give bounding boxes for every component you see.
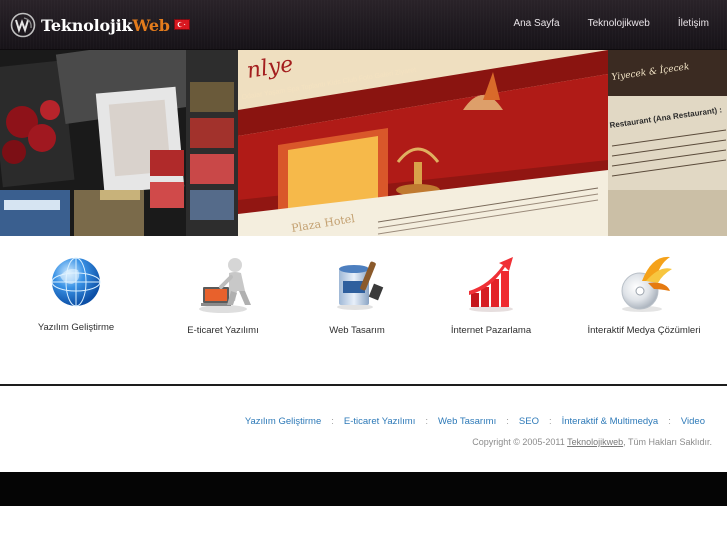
copyright-link[interactable]: Teknolojikweb (567, 437, 623, 447)
footer-links: Yazılım Geliştirme : E-ticaret Yazılımı … (245, 416, 705, 427)
logo-text: TeknolojikWeb (41, 16, 170, 35)
service-interactive-media[interactable]: İnteraktif Medya Çözümleri (574, 251, 714, 336)
service-software[interactable]: Yazılım Geliştirme (6, 248, 146, 333)
media-disc-icon (621, 256, 672, 312)
globe-icon (51, 257, 101, 307)
service-internet-marketing[interactable]: İnternet Pazarlama (421, 251, 561, 336)
services-row: Yazılım Geliştirme E-ticaret Yazılımı We… (0, 248, 727, 338)
growth-chart-icon (469, 257, 513, 312)
footer-separator: : (331, 416, 334, 427)
site-logo[interactable]: TeknolojikWeb (10, 12, 170, 38)
copyright-suffix: , Tüm Hakları Saklıdır. (623, 437, 712, 447)
nav-home[interactable]: Ana Sayfa (513, 18, 559, 29)
footer-separator: : (668, 416, 671, 427)
service-label: E-ticaret Yazılımı (187, 325, 259, 336)
banner-collage-left (0, 50, 238, 236)
paint-bucket-icon (337, 261, 384, 310)
ecommerce-figure-icon (199, 258, 251, 313)
logo-mark-icon (10, 12, 36, 38)
service-label: İnteraktif Medya Çözümleri (587, 325, 701, 336)
copyright: Copyright © 2005-2011 Teknolojikweb, Tüm… (472, 437, 712, 447)
service-label: İnternet Pazarlama (450, 325, 532, 336)
footer-link-multimedia[interactable]: İnteraktif & Multimedya (562, 416, 659, 427)
footer-link-software[interactable]: Yazılım Geliştirme (245, 416, 321, 427)
service-ecommerce[interactable]: E-ticaret Yazılımı (153, 251, 293, 336)
nav-contact[interactable]: İletişim (678, 18, 709, 29)
main-nav: Ana Sayfa Teknolojikweb İletişim (513, 18, 709, 29)
footer-separator: : (425, 416, 428, 427)
footer-link-seo[interactable]: SEO (519, 416, 539, 427)
footer-link-video[interactable]: Video (681, 416, 705, 427)
banner-hotel-preview: Odalar Yaşam Spa Toplantı Kids Club Foto… (238, 50, 608, 236)
footer-link-ecommerce[interactable]: E-ticaret Yazılımı (344, 416, 415, 427)
copyright-prefix: Copyright © 2005-2011 (472, 437, 565, 447)
footer-separator: : (548, 416, 552, 427)
site-header: TeknolojikWeb Ana Sayfa Teknolojikweb İl… (0, 0, 727, 50)
service-web-design[interactable]: Web Tasarım (287, 251, 427, 336)
service-label: Web Tasarım (329, 325, 385, 336)
nav-teknolojikweb[interactable]: Teknolojikweb (588, 18, 650, 29)
footer-link-web-design[interactable]: Web Tasarımı (438, 416, 496, 427)
logo-text-part1: Teknolojik (41, 15, 133, 35)
banner-restaurant-preview: Yiyecek & İçecek Restaurant (Ana Restaur… (608, 50, 727, 236)
footer-divider (0, 384, 727, 386)
bottom-bar (0, 472, 727, 506)
logo-text-part2: Web (132, 15, 170, 35)
hero-banner: Odalar Yaşam Spa Toplantı Kids Club Foto… (0, 50, 727, 236)
turkey-flag-icon[interactable] (174, 19, 190, 30)
footer-separator: : (506, 416, 509, 427)
service-label: Yazılım Geliştirme (37, 322, 115, 333)
